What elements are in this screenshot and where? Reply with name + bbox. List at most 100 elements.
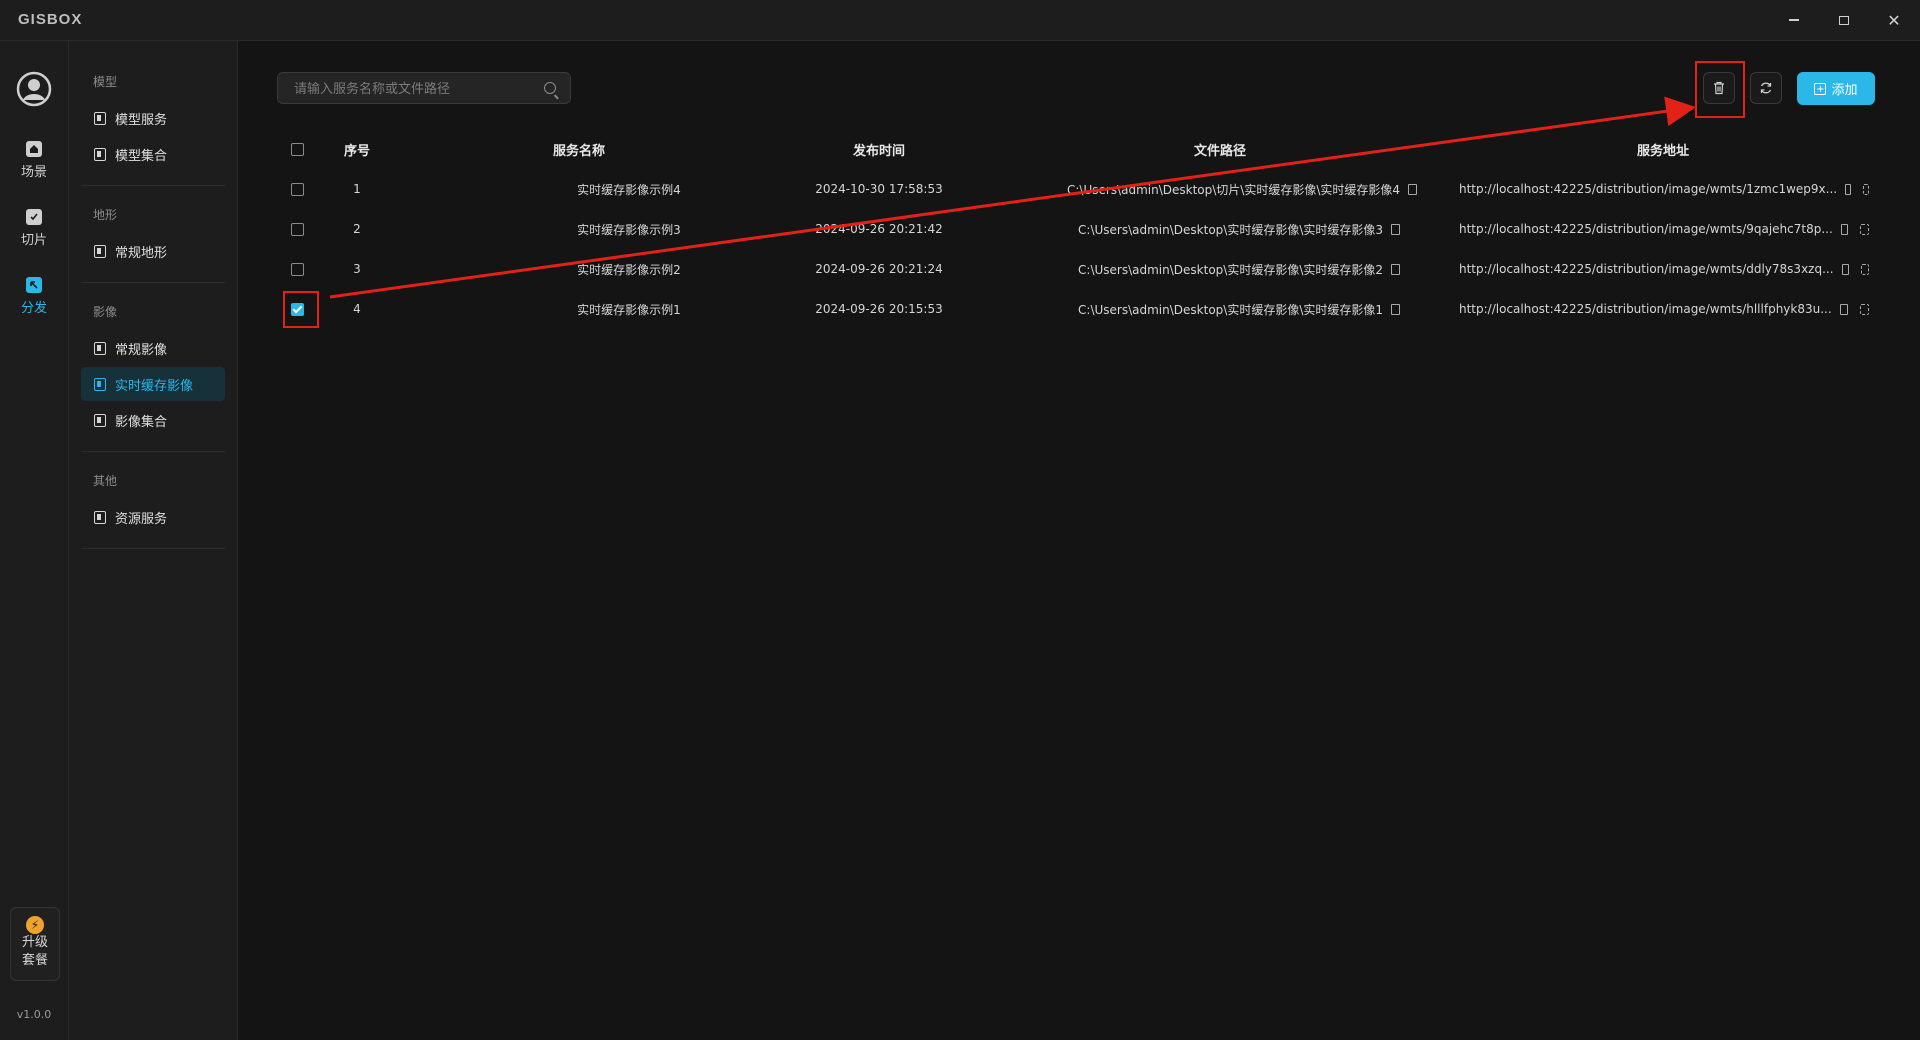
search-input[interactable]	[292, 79, 536, 99]
preview-icon[interactable]	[1860, 223, 1869, 235]
refresh-button[interactable]	[1750, 72, 1782, 104]
preview-icon[interactable]	[1860, 263, 1869, 275]
preview-icon[interactable]	[1859, 303, 1869, 315]
annotation-highlight-checkbox	[283, 291, 319, 328]
copy-icon[interactable]	[1408, 183, 1417, 195]
add-button[interactable]: + 添加	[1797, 72, 1875, 105]
nav-item-realtime-cache-imagery[interactable]: 实时缓存影像	[81, 367, 225, 401]
minimize-icon[interactable]	[1779, 8, 1809, 32]
model-service-icon	[94, 111, 106, 125]
copy-icon[interactable]	[1391, 223, 1400, 235]
path-text: C:\Users\admin\Desktop\实时缓存影像\实时缓存影像1	[1078, 302, 1383, 317]
nav-label: 实时缓存影像	[115, 378, 194, 394]
cell-time: 2024-09-26 20:21:42	[815, 222, 943, 236]
table-row[interactable]: 1 实时缓存影像示例4 2024-10-30 17:58:53 C:\Users…	[277, 169, 1877, 209]
header-path: 文件路径	[1193, 143, 1246, 159]
rail-item-tile[interactable]: 切片	[0, 209, 68, 248]
cell-time: 2024-09-26 20:15:53	[815, 302, 943, 316]
row-checkbox[interactable]	[291, 262, 304, 276]
cell-url: http://localhost:42225/distribution/imag…	[1459, 169, 1869, 209]
copy-icon[interactable]	[1840, 223, 1849, 235]
cell-name: 实时缓存影像示例2	[577, 262, 681, 277]
search-box	[277, 72, 571, 104]
table-header: 序号 服务名称 发布时间 文件路径 服务地址	[277, 129, 1877, 169]
rail-label: 切片	[20, 233, 47, 248]
select-all-cell	[291, 129, 304, 169]
copy-icon[interactable]	[1391, 303, 1400, 315]
row-checkbox[interactable]	[291, 182, 304, 196]
nav-item-resource-service[interactable]: 资源服务	[81, 500, 225, 534]
row-check-cell	[291, 169, 304, 209]
imagery-collection-icon	[94, 413, 106, 427]
imagery-icon	[94, 341, 106, 355]
url-text[interactable]: http://localhost:42225/distribution/imag…	[1459, 222, 1833, 236]
title-bar: GISBOX ✕	[0, 0, 1920, 41]
nav-item-model-service[interactable]: 模型服务	[81, 101, 225, 135]
divider	[81, 282, 225, 283]
preview-icon[interactable]	[1862, 183, 1869, 195]
cell-name: 实时缓存影像示例3	[577, 222, 681, 237]
divider	[81, 185, 225, 186]
rail-item-distribute[interactable]: 分发	[0, 277, 68, 316]
cell-path: C:\Users\admin\Desktop\实时缓存影像\实时缓存影像3	[1027, 209, 1400, 249]
lightning-icon: ⚡	[26, 916, 44, 934]
nav-item-imagery-collection[interactable]: 影像集合	[81, 403, 225, 437]
refresh-icon	[1760, 82, 1772, 94]
nav-label: 模型服务	[115, 112, 168, 128]
row-checkbox[interactable]	[291, 222, 304, 236]
plus-icon: +	[1814, 82, 1827, 95]
close-icon[interactable]: ✕	[1879, 8, 1909, 32]
annotation-highlight-delete	[1695, 61, 1745, 118]
url-text[interactable]: http://localhost:42225/distribution/imag…	[1459, 262, 1834, 276]
search-icon[interactable]	[544, 82, 556, 94]
table-row[interactable]: 3 实时缓存影像示例2 2024-09-26 20:21:24 C:\Users…	[277, 249, 1877, 289]
url-text[interactable]: http://localhost:42225/distribution/imag…	[1459, 302, 1832, 316]
cell-path: C:\Users\admin\Desktop\实时缓存影像\实时缓存影像1	[1027, 289, 1400, 329]
cell-index: 3	[353, 262, 361, 276]
url-text[interactable]: http://localhost:42225/distribution/imag…	[1459, 182, 1837, 196]
restore-icon[interactable]	[1829, 8, 1859, 32]
rail-item-scene[interactable]: 场景	[0, 141, 68, 180]
section-title-model: 模型	[93, 75, 118, 89]
path-text: C:\Users\admin\Desktop\切片\实时缓存影像\实时缓存影像4	[1066, 182, 1400, 197]
cell-time: 2024-09-26 20:21:24	[815, 262, 943, 276]
copy-icon[interactable]	[1845, 183, 1851, 195]
secondary-sidebar: 模型 模型服务 模型集合 地形 常规地形 影像 常规影像 实时缓存影像 影像集合…	[69, 41, 238, 1040]
header-index: 序号	[343, 143, 370, 159]
copy-icon[interactable]	[1841, 263, 1849, 275]
home-icon	[26, 141, 42, 157]
cell-path: C:\Users\admin\Desktop\实时缓存影像\实时缓存影像2	[1027, 249, 1400, 289]
nav-label: 常规地形	[115, 245, 168, 261]
section-title-other: 其他	[93, 474, 118, 488]
version-label: v1.0.0	[16, 1008, 52, 1021]
cell-url: http://localhost:42225/distribution/imag…	[1459, 289, 1869, 329]
upgrade-plan-button[interactable]: ⚡ 升级 套餐	[10, 907, 60, 981]
nav-item-regular-imagery[interactable]: 常规影像	[81, 331, 225, 365]
row-check-cell	[291, 249, 304, 289]
upgrade-label-2: 套餐	[21, 953, 48, 968]
table-row[interactable]: 4 实时缓存影像示例1 2024-09-26 20:15:53 C:\Users…	[277, 289, 1877, 329]
nav-label: 模型集合	[115, 148, 168, 164]
nav-item-regular-terrain[interactable]: 常规地形	[81, 234, 225, 268]
resource-icon	[94, 510, 106, 524]
cell-index: 1	[353, 182, 361, 196]
section-title-imagery: 影像	[93, 305, 118, 319]
model-collection-icon	[94, 147, 106, 161]
cell-index: 2	[353, 222, 361, 236]
cell-url: http://localhost:42225/distribution/imag…	[1459, 249, 1869, 289]
path-text: C:\Users\admin\Desktop\实时缓存影像\实时缓存影像2	[1078, 262, 1383, 277]
avatar[interactable]	[16, 71, 52, 107]
select-all-checkbox[interactable]	[291, 142, 304, 156]
cell-url: http://localhost:42225/distribution/imag…	[1459, 209, 1869, 249]
nav-item-model-collection[interactable]: 模型集合	[81, 137, 225, 171]
header-name: 服务名称	[552, 143, 605, 159]
copy-icon[interactable]	[1839, 303, 1848, 315]
divider	[81, 548, 225, 549]
cell-time: 2024-10-30 17:58:53	[815, 182, 943, 196]
table-row[interactable]: 2 实时缓存影像示例3 2024-09-26 20:21:42 C:\Users…	[277, 209, 1877, 249]
header-url: 服务地址	[1636, 143, 1689, 159]
add-button-label: 添加	[1831, 83, 1858, 98]
primary-rail: 场景 切片 分发 ⚡ 升级 套餐 v1.0.0	[0, 41, 69, 1040]
section-title-terrain: 地形	[93, 208, 118, 222]
copy-icon[interactable]	[1391, 263, 1400, 275]
